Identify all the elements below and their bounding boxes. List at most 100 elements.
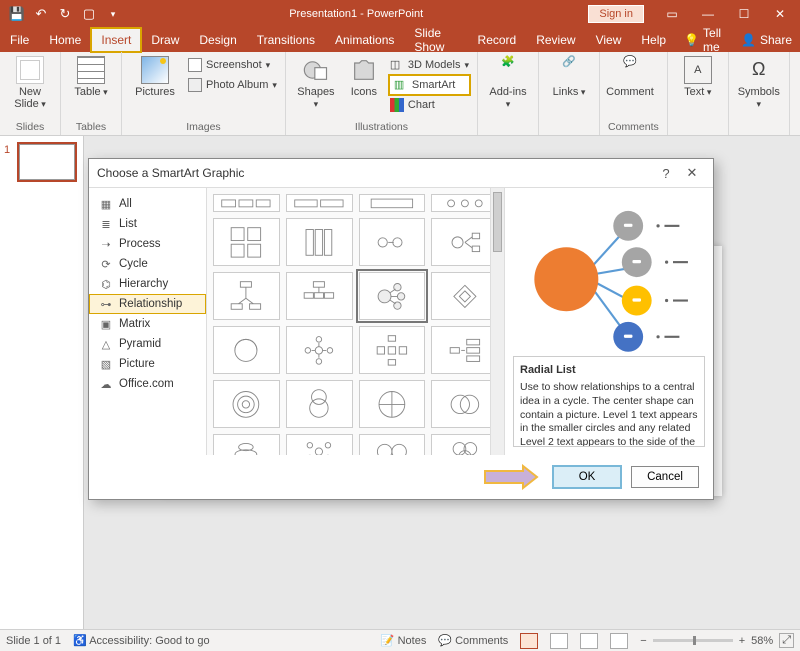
ribbon-display-options-icon[interactable]: ▭ [654,3,690,25]
smartart-button[interactable]: ▥SmartArt [390,76,469,94]
gallery-item[interactable] [359,194,426,212]
symbols-button[interactable]: ΩSymbols [737,56,781,110]
group-media: 🔊Media [790,52,800,135]
slide-thumbnail-1[interactable] [19,144,75,180]
cube-icon: ◫ [390,58,404,72]
tab-slideshow[interactable]: Slide Show [404,28,467,52]
category-pyramid[interactable]: △Pyramid [89,334,206,354]
redo-icon[interactable]: ↻ [54,3,76,25]
gallery-item[interactable] [213,272,280,320]
bulb-icon: 💡 [684,33,699,47]
pictures-button[interactable]: Pictures [130,56,180,98]
gallery-item[interactable] [431,272,498,320]
new-slide-button[interactable]: New Slide [8,56,52,110]
gallery-item[interactable] [213,326,280,374]
gallery-item[interactable] [359,326,426,374]
cancel-button[interactable]: Cancel [631,466,699,488]
comment-button[interactable]: 💬Comment [608,56,652,98]
tab-draw[interactable]: Draw [141,28,189,52]
zoom-control[interactable]: − + 58% ⤢ [640,633,794,648]
reading-view-icon[interactable] [580,633,598,649]
gallery-item[interactable] [286,326,353,374]
zoom-in-icon[interactable]: + [739,635,745,647]
category-picture[interactable]: ▧Picture [89,354,206,374]
icons-button[interactable]: Icons [346,56,382,98]
category-list-item[interactable]: ≣List [89,214,206,234]
category-all[interactable]: ▦All [89,194,206,214]
scrollbar-thumb[interactable] [493,192,502,252]
category-cycle[interactable]: ⟳Cycle [89,254,206,274]
gallery-item[interactable] [431,434,498,455]
gallery-item[interactable] [431,380,498,428]
chart-button[interactable]: Chart [390,96,469,114]
tab-help[interactable]: Help [631,28,676,52]
zoom-slider[interactable] [653,639,733,642]
gallery-item[interactable] [213,434,280,455]
save-icon[interactable]: 💾 [6,3,28,25]
tab-transitions[interactable]: Transitions [247,28,325,52]
zoom-out-icon[interactable]: − [640,635,646,647]
minimize-icon[interactable]: — [690,3,726,25]
gallery-item[interactable] [286,380,353,428]
dialog-close-icon[interactable]: ✕ [679,165,705,181]
gallery-item[interactable] [286,434,353,455]
share-button[interactable]: 👤Share [733,28,800,52]
links-button[interactable]: 🔗Links [547,56,591,98]
maximize-icon[interactable]: ☐ [726,3,762,25]
addins-button[interactable]: 🧩Add-ins [486,56,530,110]
tab-view[interactable]: View [586,28,632,52]
tab-design[interactable]: Design [189,28,246,52]
gallery-item[interactable] [213,380,280,428]
notes-button[interactable]: 📝 Notes [381,634,427,647]
gallery-item[interactable] [359,380,426,428]
qat-customize-icon[interactable] [102,3,124,25]
normal-view-icon[interactable] [520,633,538,649]
comments-button[interactable]: 💬 Comments [438,634,508,647]
gallery-scrollbar[interactable] [490,188,504,455]
tab-animations[interactable]: Animations [325,28,404,52]
sign-in-button[interactable]: Sign in [588,5,644,23]
start-from-beginning-icon[interactable]: ▢ [78,3,100,25]
gallery-item[interactable] [359,218,426,266]
table-button[interactable]: Table [69,56,113,98]
dialog-titlebar[interactable]: Choose a SmartArt Graphic ? ✕ [89,159,713,187]
3dmodels-button[interactable]: ◫3D Models [390,56,469,74]
category-relationship[interactable]: ⊶Relationship [89,294,206,314]
shapes-button[interactable]: Shapes [294,56,338,110]
gallery-item[interactable] [359,434,426,455]
gallery-item[interactable] [431,326,498,374]
gallery-item-radial-list[interactable] [359,272,426,320]
category-hierarchy[interactable]: ⌬Hierarchy [89,274,206,294]
category-matrix[interactable]: ▣Matrix [89,314,206,334]
gallery-item[interactable] [213,194,280,212]
tell-me[interactable]: 💡Tell me [676,28,733,52]
category-process[interactable]: ➝Process [89,234,206,254]
tab-home[interactable]: Home [39,28,91,52]
zoom-level[interactable]: 58% [751,635,773,647]
category-officecom[interactable]: ☁Office.com [89,374,206,394]
group-tables-label: Tables [69,119,113,133]
gallery-item[interactable] [431,218,498,266]
text-button[interactable]: AText [676,56,720,98]
gallery-item[interactable] [213,218,280,266]
sorter-view-icon[interactable] [550,633,568,649]
dialog-help-icon[interactable]: ? [653,166,679,181]
close-icon[interactable]: ✕ [762,3,798,25]
gallery-item[interactable] [286,218,353,266]
photoalbum-button[interactable]: Photo Album [188,76,277,94]
accessibility-status[interactable]: ♿ Accessibility: Good to go [73,634,210,647]
tab-record[interactable]: Record [468,28,527,52]
tab-review[interactable]: Review [526,28,585,52]
screenshot-button[interactable]: Screenshot [188,56,277,74]
gallery-item[interactable] [431,194,498,212]
tab-file[interactable]: File [0,28,39,52]
ok-button[interactable]: OK [553,466,621,488]
gallery-item[interactable] [286,194,353,212]
slide-counter[interactable]: Slide 1 of 1 [6,635,61,647]
slideshow-view-icon[interactable] [610,633,628,649]
fit-to-window-icon[interactable]: ⤢ [779,633,794,648]
tab-insert[interactable]: Insert [91,28,141,52]
ribbon: New Slide Slides Table Tables Pictures S… [0,52,800,136]
gallery-item[interactable] [286,272,353,320]
undo-icon[interactable]: ↶ [30,3,52,25]
